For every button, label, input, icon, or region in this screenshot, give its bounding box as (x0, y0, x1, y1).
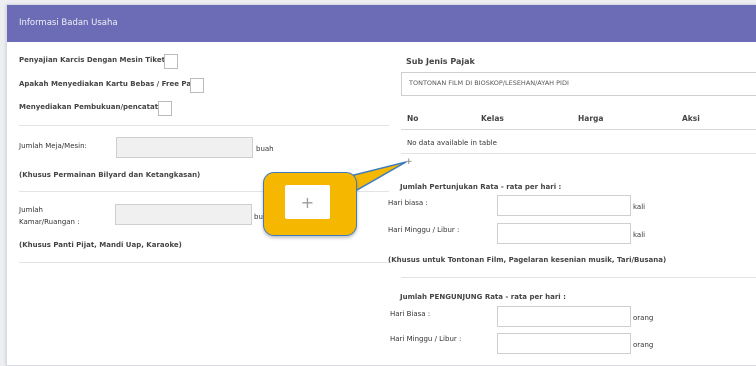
pertunjukan-hari-minggu-input[interactable] (497, 223, 631, 244)
label-pengunjung-hari-minggu: Hari Minggu / Libur : (390, 335, 462, 343)
note-tontonan-film: (Khusus untuk Tontonan Film, Pagelaran k… (388, 256, 667, 264)
sub-jenis-pajak-select[interactable]: TONTONAN FILM DI BIOSKOP/LESEHAN/AYAH PI… (401, 72, 756, 96)
unit-kali-1: kali (633, 203, 646, 211)
col-header-aksi: Aksi (682, 114, 700, 123)
note-panti-pijat: (Khusus Panti Pijat, Mandi Uap, Karaoke) (19, 241, 182, 249)
checkbox-penyajian-karcis[interactable] (164, 54, 178, 69)
label-hari-biasa: Hari biasa : (388, 199, 428, 207)
unit-orang-2: orang (633, 341, 654, 349)
unit-orang-1: orang (633, 314, 654, 322)
plus-icon: + (300, 192, 315, 212)
callout-highlight: + (263, 172, 357, 236)
table-divider (401, 153, 756, 154)
label-pengunjung-hari-biasa: Hari Biasa : (390, 310, 431, 318)
card-header: Informasi Badan Usaha (7, 5, 756, 42)
table-header-divider (401, 129, 756, 130)
label-kartu-bebas: Apakah Menyediakan Kartu Bebas / Free Pa… (19, 80, 203, 88)
label-hari-minggu: Hari Minggu / Libur : (388, 226, 460, 234)
pengunjung-hari-minggu-input[interactable] (497, 333, 631, 354)
table-empty-text: No data available in table (407, 139, 497, 147)
divider (401, 277, 756, 278)
col-header-kelas: Kelas (481, 114, 504, 123)
label-penyajian-karcis: Penyajian Karcis Dengan Mesin Tiket ? (19, 56, 172, 64)
label-jumlah-meja: Jumlah Meja/Mesin: (19, 142, 87, 150)
card-title: Informasi Badan Usaha (19, 18, 118, 28)
unit-buah-meja: buah (256, 145, 274, 153)
checkbox-pembukuan[interactable] (158, 101, 172, 116)
label-pembukuan: Menyediakan Pembukuan/pencatatan (19, 103, 168, 111)
sub-jenis-pajak-value: TONTONAN FILM DI BIOSKOP/LESEHAN/AYAH PI… (409, 79, 569, 87)
col-header-harga: Harga (578, 114, 604, 123)
label-sub-jenis-pajak: Sub Jenis Pajak (406, 57, 475, 66)
label-jumlah-kamar-2: Kamar/Ruangan : (19, 218, 80, 226)
unit-kali-2: kali (633, 231, 646, 239)
jumlah-kamar-input[interactable] (115, 204, 252, 225)
label-jumlah-pertunjukan: Jumlah Pertunjukan Rata - rata per hari … (400, 183, 562, 191)
divider (19, 125, 389, 126)
jumlah-meja-input[interactable] (116, 137, 253, 158)
label-jumlah-kamar-1: Jumlah (19, 206, 43, 214)
divider (19, 262, 389, 263)
add-button-zoomed[interactable]: + (285, 185, 330, 219)
note-bilyard: (Khusus Permainan Bilyard dan Ketangkasa… (19, 171, 201, 179)
col-header-no: No (407, 114, 419, 123)
pertunjukan-hari-biasa-input[interactable] (497, 195, 631, 216)
checkbox-kartu-bebas[interactable] (190, 78, 204, 93)
label-jumlah-pengunjung: Jumlah PENGUNJUNG Rata - rata per hari : (400, 293, 566, 301)
pengunjung-hari-biasa-input[interactable] (497, 306, 631, 327)
